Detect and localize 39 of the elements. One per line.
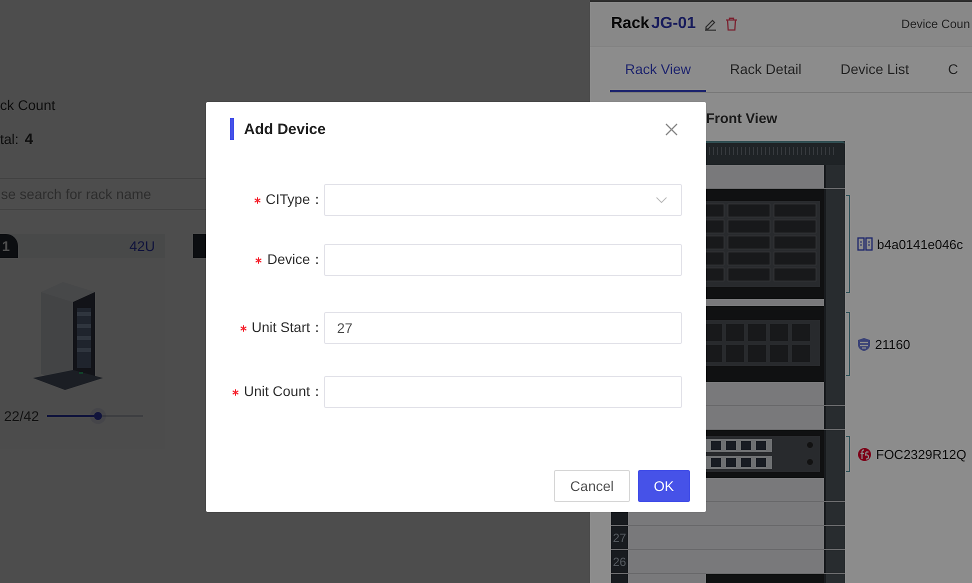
cabinet-icon [857, 237, 873, 251]
device-count-label: Device Coun [901, 17, 970, 31]
total-value: 4 [24, 131, 34, 148]
shield-icon [857, 336, 871, 352]
bracket-line [846, 436, 850, 472]
select-field[interactable] [324, 184, 682, 216]
field-label: Device： [267, 251, 324, 269]
rack-count-title: ck Count [0, 96, 56, 114]
tab[interactable]: Rack Detail [714, 47, 816, 92]
input-field[interactable] [324, 376, 682, 408]
field-label: Unit Count： [244, 383, 324, 401]
device-label[interactable]: 21160 [875, 336, 910, 352]
chevron-down-icon [656, 196, 667, 204]
rack-title: Rack [611, 15, 650, 33]
rack-badge: 1 [0, 234, 18, 258]
input-field[interactable] [324, 244, 682, 276]
unit-number: 27 [612, 530, 628, 544]
field-label: Unit Start： [252, 319, 324, 337]
close-icon[interactable] [665, 122, 678, 136]
bracket-line [846, 312, 850, 376]
usage-text: 22/42 [4, 408, 40, 424]
tab[interactable]: C [932, 47, 958, 92]
view-title: Front View [706, 110, 778, 126]
slider-thumb[interactable] [94, 412, 102, 420]
unit-number: 26 [612, 554, 628, 568]
device-label[interactable]: FOC2329R12Q [876, 446, 966, 462]
logo-icon [857, 446, 872, 462]
cancel-button[interactable]: Cancel [554, 470, 630, 502]
dialog-title: Add Device [244, 120, 326, 138]
rack-name: JG-01 [651, 15, 696, 33]
tab[interactable]: Device List [825, 47, 924, 92]
trash-icon[interactable] [724, 17, 738, 31]
device-label[interactable]: b4a0141e046c [877, 236, 964, 252]
total-label: tal: [0, 131, 19, 147]
input-field[interactable]: 27 [324, 312, 682, 344]
field-label: CIType： [266, 191, 324, 209]
tab[interactable]: Rack View [610, 47, 706, 92]
ok-button[interactable]: OK [638, 470, 690, 502]
pencil-icon[interactable] [704, 18, 717, 30]
